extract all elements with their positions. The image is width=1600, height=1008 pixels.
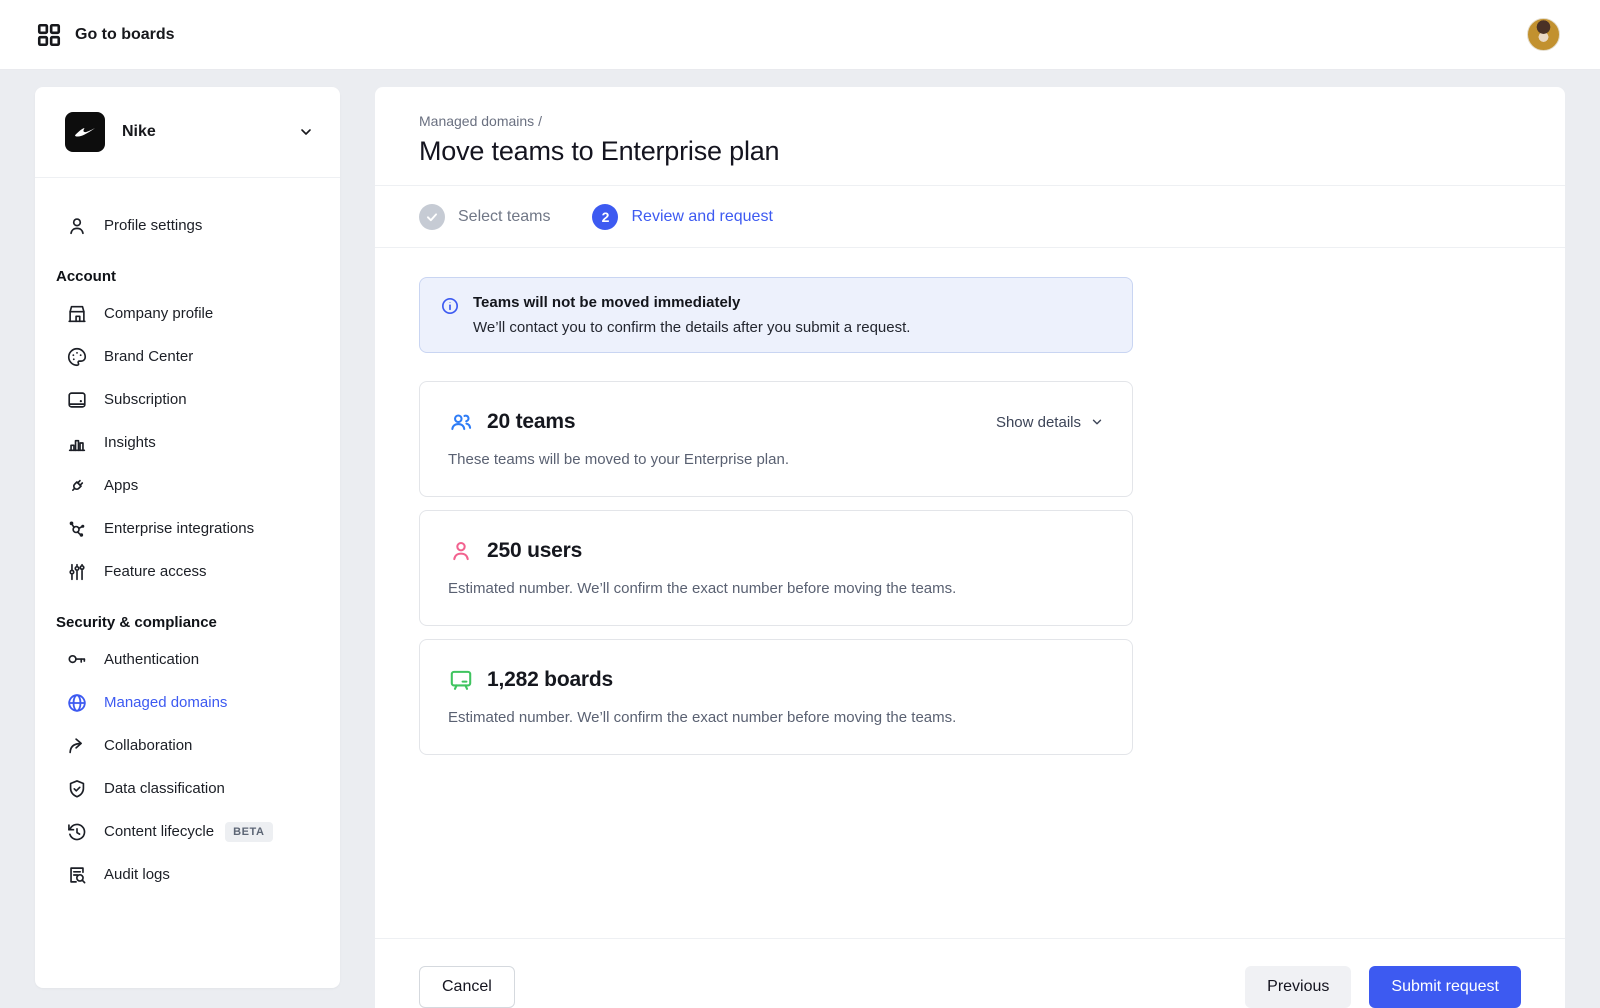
- sidebar-item-authentication[interactable]: Authentication: [35, 638, 340, 681]
- users-count: 250 users: [487, 539, 582, 563]
- users-description: Estimated number. We’ll confirm the exac…: [448, 580, 1104, 597]
- person-icon: [65, 214, 89, 238]
- document-search-icon: [65, 863, 89, 887]
- sidebar-item-label: Insights: [104, 434, 156, 451]
- sidebar-item-company-profile[interactable]: Company profile: [35, 292, 340, 335]
- board-icon: [448, 667, 474, 693]
- banner-text: We’ll contact you to confirm the details…: [473, 319, 910, 336]
- step-select-teams[interactable]: Select teams: [419, 204, 550, 230]
- sidebar-item-brand-center[interactable]: Brand Center: [35, 335, 340, 378]
- cancel-button[interactable]: Cancel: [419, 966, 515, 1008]
- page-title: Move teams to Enterprise plan: [419, 136, 1521, 167]
- step1-label: Select teams: [458, 208, 550, 226]
- app-shell: Nike Profile settings Account: [0, 70, 1600, 1008]
- step2-circle: 2: [592, 204, 618, 230]
- settings-sidebar: Nike Profile settings Account: [35, 87, 340, 988]
- sidebar-item-data-classification[interactable]: Data classification: [35, 767, 340, 810]
- chevron-down-icon: [1090, 415, 1104, 429]
- palette-icon: [65, 345, 89, 369]
- users-card: 250 users Estimated number. We’ll confir…: [419, 510, 1133, 626]
- boards-card: 1,282 boards Estimated number. We’ll con…: [419, 639, 1133, 755]
- review-content: Teams will not be moved immediately We’l…: [375, 248, 1565, 938]
- stepper: Select teams 2 Review and request: [375, 185, 1565, 248]
- sidebar-item-insights[interactable]: Insights: [35, 421, 340, 464]
- sidebar-item-label: Brand Center: [104, 348, 193, 365]
- teams-card: 20 teams Show details These teams will b…: [419, 381, 1133, 497]
- sidebar-item-feature-access[interactable]: Feature access: [35, 550, 340, 593]
- sidebar-nav: Profile settings Account Company profile: [35, 178, 340, 896]
- submit-request-button[interactable]: Submit request: [1369, 966, 1521, 1008]
- wizard-footer: Cancel Previous Submit request: [375, 938, 1565, 1008]
- sliders-icon: [65, 560, 89, 584]
- sidebar-item-label: Feature access: [104, 563, 207, 580]
- history-icon: [65, 820, 89, 844]
- sidebar-item-label: Content lifecycle: [104, 823, 214, 840]
- boards-count: 1,282 boards: [487, 668, 613, 692]
- shield-check-icon: [65, 777, 89, 801]
- sidebar-item-content-lifecycle[interactable]: Content lifecycle BETA: [35, 810, 340, 853]
- chevron-down-icon: [298, 124, 314, 140]
- step-review-and-request[interactable]: 2 Review and request: [592, 204, 772, 230]
- plug-icon: [65, 474, 89, 498]
- step2-label: Review and request: [631, 208, 772, 226]
- sidebar-item-label: Authentication: [104, 651, 199, 668]
- sidebar-item-enterprise-integrations[interactable]: Enterprise integrations: [35, 507, 340, 550]
- sidebar-item-label: Data classification: [104, 780, 225, 797]
- info-banner: Teams will not be moved immediately We’l…: [419, 277, 1133, 353]
- sidebar-item-label: Enterprise integrations: [104, 520, 254, 537]
- sidebar-item-label: Audit logs: [104, 866, 170, 883]
- teams-description: These teams will be moved to your Enterp…: [448, 451, 1104, 468]
- bar-chart-icon: [65, 431, 89, 455]
- check-icon: [425, 210, 439, 224]
- sidebar-item-label: Managed domains: [104, 694, 227, 711]
- beta-badge: BETA: [225, 822, 273, 842]
- user-icon: [448, 538, 474, 564]
- teams-count: 20 teams: [487, 410, 575, 434]
- go-to-boards-button[interactable]: Go to boards: [36, 22, 175, 48]
- banner-title: Teams will not be moved immediately: [473, 294, 910, 311]
- boards-description: Estimated number. We’ll confirm the exac…: [448, 709, 1104, 726]
- sidebar-item-subscription[interactable]: Subscription: [35, 378, 340, 421]
- card-icon: [65, 388, 89, 412]
- sidebar-item-label: Company profile: [104, 305, 213, 322]
- grid-icon: [36, 22, 62, 48]
- nike-logo: [65, 112, 105, 152]
- page-header: Managed domains / Move teams to Enterpri…: [375, 87, 1565, 185]
- sidebar-item-audit-logs[interactable]: Audit logs: [35, 853, 340, 896]
- sidebar-item-label: Apps: [104, 477, 138, 494]
- go-to-boards-label: Go to boards: [75, 26, 175, 44]
- sidebar-item-managed-domains[interactable]: Managed domains: [35, 681, 340, 724]
- sidebar-item-label: Subscription: [104, 391, 187, 408]
- teams-icon: [448, 409, 474, 435]
- banner-body: Teams will not be moved immediately We’l…: [473, 294, 910, 336]
- show-details-button[interactable]: Show details: [996, 414, 1104, 431]
- storefront-icon: [65, 302, 89, 326]
- sidebar-item-collaboration[interactable]: Collaboration: [35, 724, 340, 767]
- breadcrumb[interactable]: Managed domains /: [419, 113, 1521, 129]
- sidebar-item-label: Collaboration: [104, 737, 192, 754]
- sidebar-item-label: Profile settings: [104, 217, 202, 234]
- main-panel: Managed domains / Move teams to Enterpri…: [375, 87, 1565, 1008]
- sidebar-item-profile-settings[interactable]: Profile settings: [35, 204, 340, 247]
- sidebar-item-apps[interactable]: Apps: [35, 464, 340, 507]
- info-icon: [440, 296, 460, 336]
- share-arrow-icon: [65, 734, 89, 758]
- user-avatar[interactable]: [1527, 18, 1560, 51]
- nodes-icon: [65, 517, 89, 541]
- workspace-name: Nike: [122, 123, 298, 141]
- key-icon: [65, 648, 89, 672]
- workspace-switcher[interactable]: Nike: [35, 87, 340, 178]
- section-header-account: Account: [35, 268, 340, 285]
- previous-button[interactable]: Previous: [1245, 966, 1351, 1008]
- show-details-label: Show details: [996, 414, 1081, 431]
- globe-icon: [65, 691, 89, 715]
- topbar: Go to boards: [0, 0, 1600, 70]
- step1-circle: [419, 204, 445, 230]
- section-header-security: Security & compliance: [35, 614, 340, 631]
